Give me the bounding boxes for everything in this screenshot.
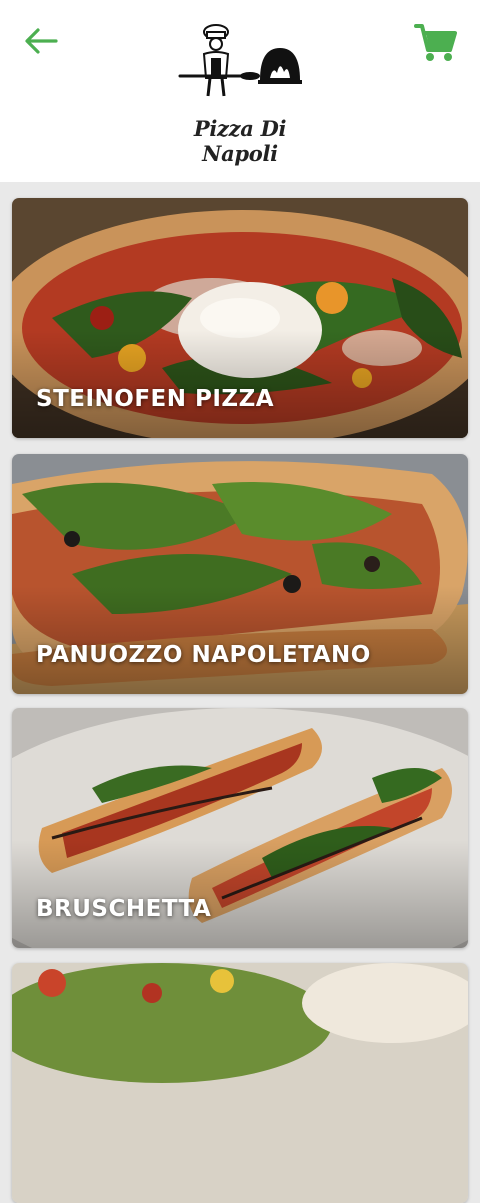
back-button[interactable] [20,24,62,58]
cart-button[interactable] [414,22,458,64]
app-header: Pizza Di Napoli [0,0,480,182]
category-label: BRUSCHETTA [36,896,212,922]
category-card-panuozzo-napoletano[interactable]: PANUOZZO NAPOLETANO [12,454,468,694]
arrow-left-icon [25,28,58,54]
category-label: PANUOZZO NAPOLETANO [36,642,371,668]
category-card-steinofen-pizza[interactable]: STEINOFEN PIZZA [12,198,468,438]
salad-image [12,963,468,1203]
category-card-bruschetta[interactable]: BRUSCHETTA [12,708,468,948]
logo-wordmark: Pizza Di Napoli [193,116,287,166]
brand-logo: Pizza Di Napoli [160,18,320,166]
category-list: STEINOFEN PIZZA PANUOZZO NAPOLETANO BRUS… [0,182,480,1203]
category-card-salad[interactable] [12,963,468,1203]
shopping-cart-icon [414,24,457,61]
category-label: STEINOFEN PIZZA [36,386,275,412]
chef-oven-logo-icon [178,24,302,97]
